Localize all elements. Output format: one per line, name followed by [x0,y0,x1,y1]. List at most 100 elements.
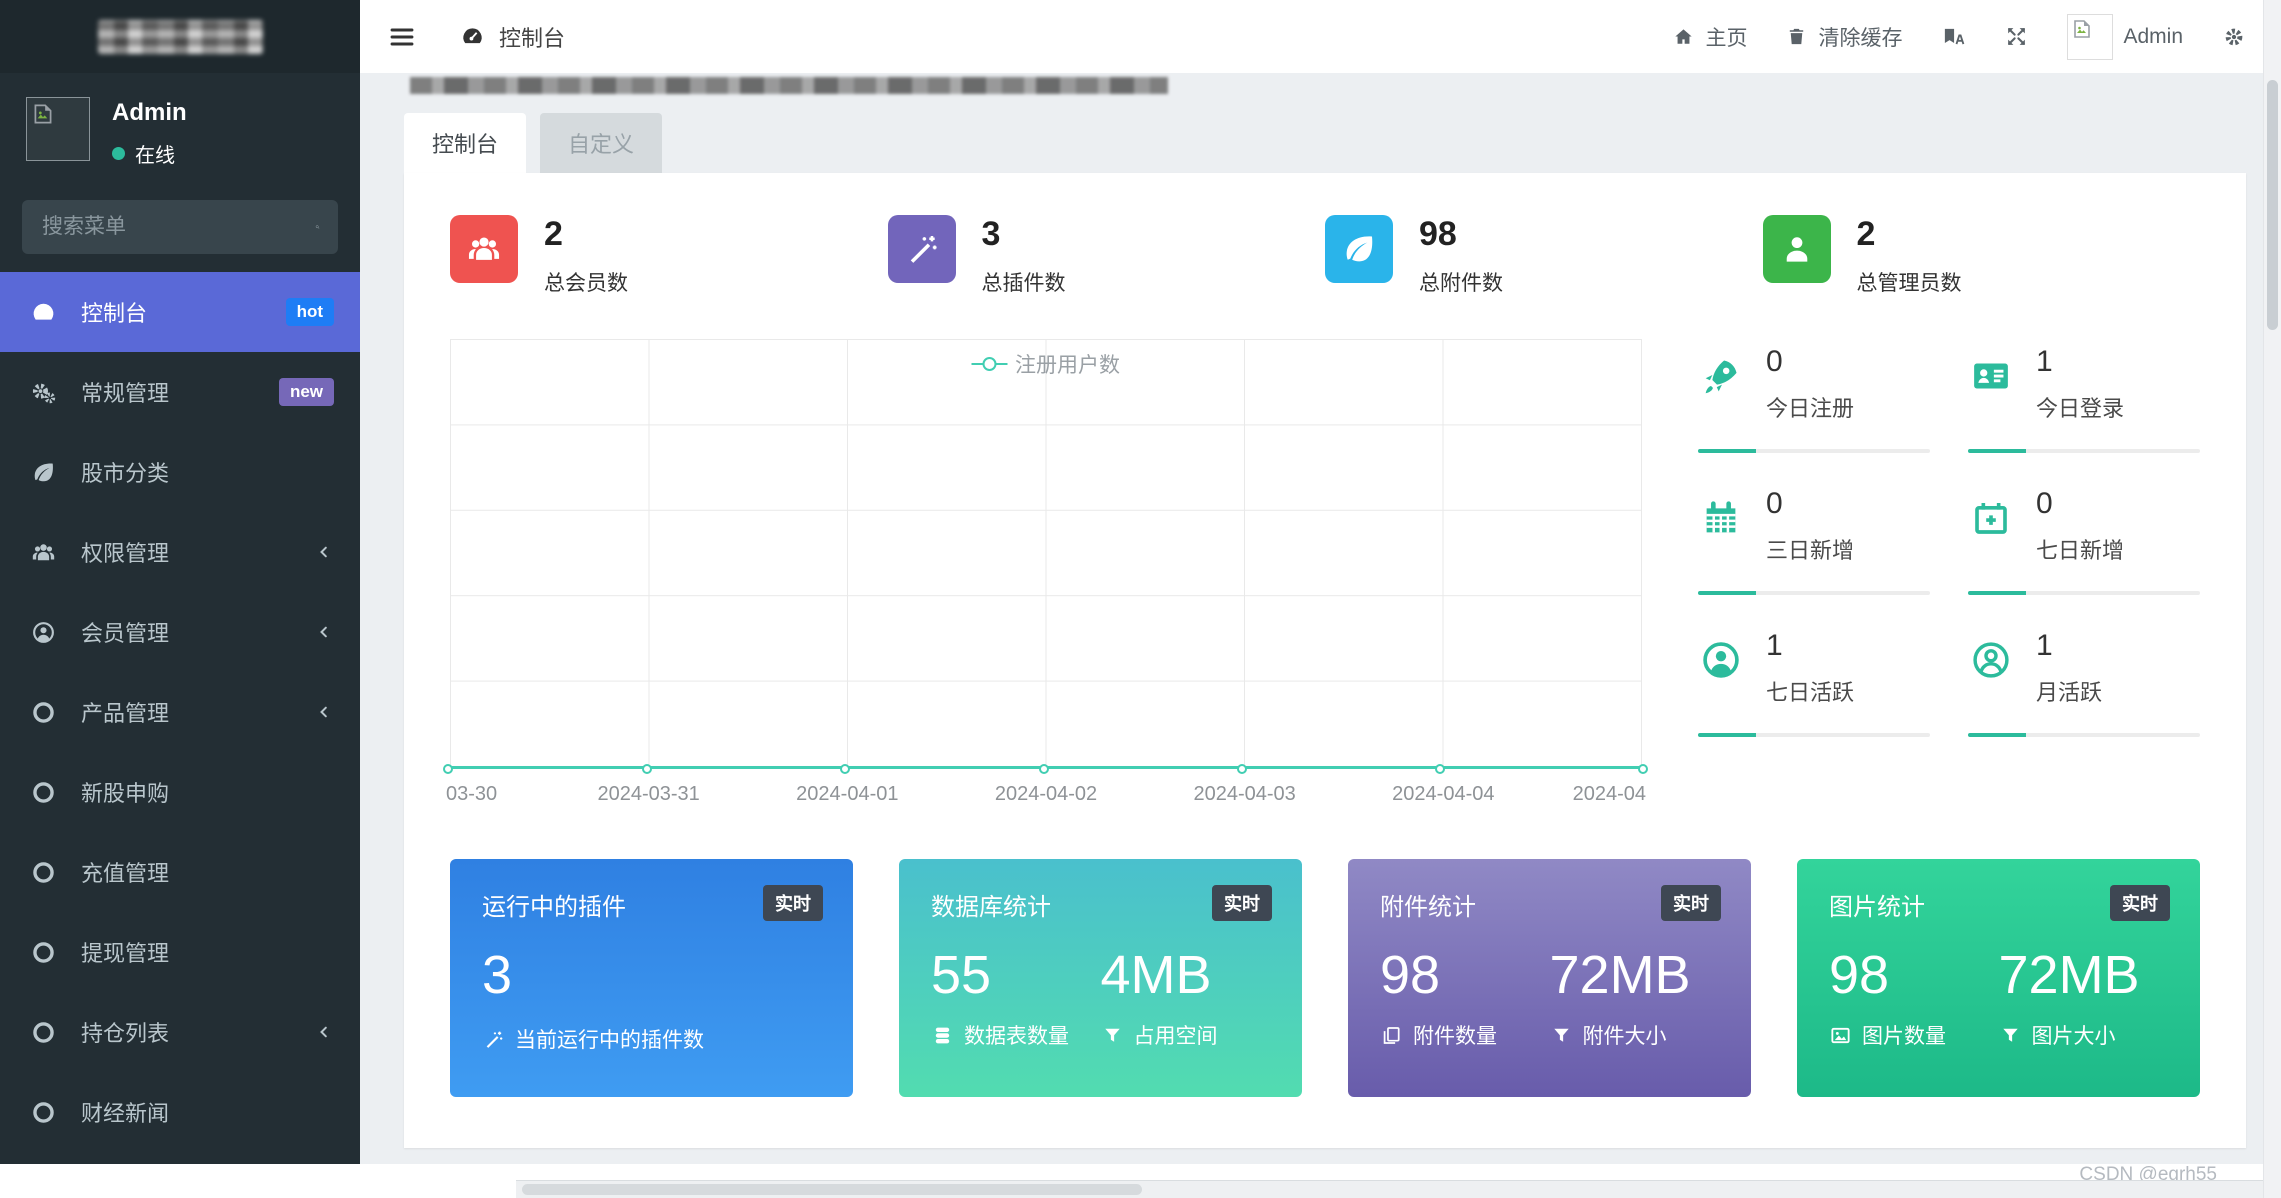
leaf-icon [1340,230,1378,268]
mini-stat-3day-new: 0 三日新增 [1698,489,1930,595]
x-tick: 2024-04-01 [796,783,899,805]
calendar-plus-icon [1968,495,2014,541]
stat-total-plugins: 3 总插件数 [887,215,1326,297]
sidebar-item-label: 权限管理 [81,541,170,566]
mini-stat-value: 1 [1766,629,1783,662]
x-tick: 2024-03-31 [597,783,700,805]
sidebar-item-permissions[interactable]: 权限管理 [0,512,360,592]
search-input[interactable] [40,214,315,240]
topbar-user-menu[interactable]: Admin [2067,13,2183,60]
sidebar-item-dashboard[interactable]: 控制台 hot [0,272,360,352]
horizontal-scrollbar[interactable] [516,1180,2281,1198]
sidebar-item-general-settings[interactable]: 常规管理 new [0,352,360,432]
sidebar-item-positions[interactable]: 持仓列表 [0,992,360,1072]
card-value: 55 [931,945,992,1005]
data-point [1038,764,1049,774]
card-value: 72MB [1998,945,2140,1005]
card-value: 4MB [1100,945,1212,1005]
sidebar-item-finance-news[interactable]: 财经新闻 [0,1072,360,1152]
stat-total-attachments: 98 总附件数 [1325,215,1763,297]
sidebar: Admin 在线 控制台 hot 常规管理 new [0,0,360,1164]
stat-label: 总插件数 [981,272,1066,295]
sidebar-item-recharge[interactable]: 充值管理 [0,832,360,912]
app-logo[interactable] [0,0,360,73]
mini-stat-month-active: 1 月活跃 [1968,631,2200,737]
mini-stat-label: 月活跃 [2036,680,2103,705]
language-icon[interactable] [1940,24,1966,50]
user-circle-solid-icon [1698,637,1744,683]
tab-custom[interactable]: 自定义 [540,113,663,173]
hamburger-menu-icon[interactable] [388,23,416,51]
online-status-dot [112,147,125,160]
stat-label: 总管理员数 [1856,272,1962,295]
card-value: 3 [482,945,513,1005]
home-icon [1672,25,1695,48]
sidebar-item-label: 持仓列表 [81,1021,170,1046]
card-value: 72MB [1549,945,1691,1005]
circle-icon [30,779,57,806]
sidebar-item-label: 控制台 [81,301,148,326]
circle-icon [30,939,57,966]
topbar-clear-cache-link[interactable]: 清除缓存 [1785,22,1902,52]
chart-legend[interactable]: 注册用户数 [971,349,1120,379]
user-avatar[interactable] [26,97,90,161]
sidebar-item-label: 股市分类 [81,461,170,486]
sidebar-item-label: 新股申购 [81,781,170,806]
sidebar-item-stock-categories[interactable]: 股市分类 [0,432,360,512]
topbar-home-link[interactable]: 主页 [1672,22,1747,52]
data-point [641,764,652,774]
magic-wand-icon [482,1028,505,1051]
rocket-icon [1698,353,1744,399]
data-point [1237,764,1247,774]
circle-icon [30,699,57,726]
mini-stat-progress [1968,591,2200,595]
mini-stat-label: 今日登录 [2036,396,2125,421]
card-footer-label: 附件大小 [1582,1025,1667,1048]
stat-value: 98 [1419,215,1457,253]
legend-label: 注册用户数 [1015,354,1120,377]
mini-stat-7day-active: 1 七日活跃 [1698,631,1930,737]
chevron-left-icon [314,1022,334,1042]
sidebar-item-members[interactable]: 会员管理 [0,592,360,672]
tab-dashboard[interactable]: 控制台 [404,113,527,173]
card-footer-label: 当前运行中的插件数 [515,1029,704,1052]
data-point [839,764,850,774]
circle-icon [30,1019,57,1046]
trash-icon [1785,25,1808,48]
search-icon[interactable] [315,215,320,239]
horizontal-scrollbar-thumb[interactable] [522,1184,1142,1195]
dashboard-icon [460,24,485,49]
sidebar-item-ipo-subscription[interactable]: 新股申购 [0,752,360,832]
content-tabs: 控制台 自定义 [404,113,663,173]
sidebar-item-label: 充值管理 [81,861,170,886]
card-database-stats: 数据库统计 实时 55 数据表数量 4MB 占用空间 [899,859,1302,1097]
blurred-logo-image [97,19,263,54]
sidebar-item-products[interactable]: 产品管理 [0,672,360,752]
mini-stat-value: 1 [2036,345,2053,378]
new-badge: new [278,378,334,406]
x-tick: 2024-04-02 [994,783,1098,805]
user-icon [1778,230,1816,268]
card-running-plugins: 运行中的插件 实时 3 当前运行中的插件数 [450,859,853,1097]
fullscreen-icon[interactable] [2004,24,2029,49]
sidebar-item-label: 财经新闻 [81,1101,170,1126]
chevron-left-icon [314,622,334,642]
registered-users-chart: 注册用户数 03-30 2024-03-31 2024-04-01 2024-0… [443,339,1648,823]
mini-stat-today-logins: 1 今日登录 [1968,347,2200,453]
card-value: 98 [1829,945,1890,1005]
card-image-stats: 图片统计 实时 98 图片数量 72MB 图片大小 [1797,859,2200,1097]
online-status-label: 在线 [135,145,175,167]
vertical-scrollbar-thumb[interactable] [2267,80,2278,330]
sidebar-item-withdrawal[interactable]: 提现管理 [0,912,360,992]
vertical-scrollbar[interactable] [2263,0,2281,1198]
funnel-icon [1101,1024,1124,1047]
card-value: 98 [1380,945,1441,1005]
dashboard-icon [30,299,57,326]
card-footer-label: 附件数量 [1413,1025,1497,1048]
settings-gear-icon[interactable] [2221,24,2247,50]
card-footer-label: 数据表数量 [964,1025,1069,1048]
clipped-notice-text [410,77,1168,94]
sidebar-item-label: 产品管理 [81,701,170,726]
stat-total-members: 2 总会员数 [450,215,888,297]
stat-tile [887,215,956,283]
